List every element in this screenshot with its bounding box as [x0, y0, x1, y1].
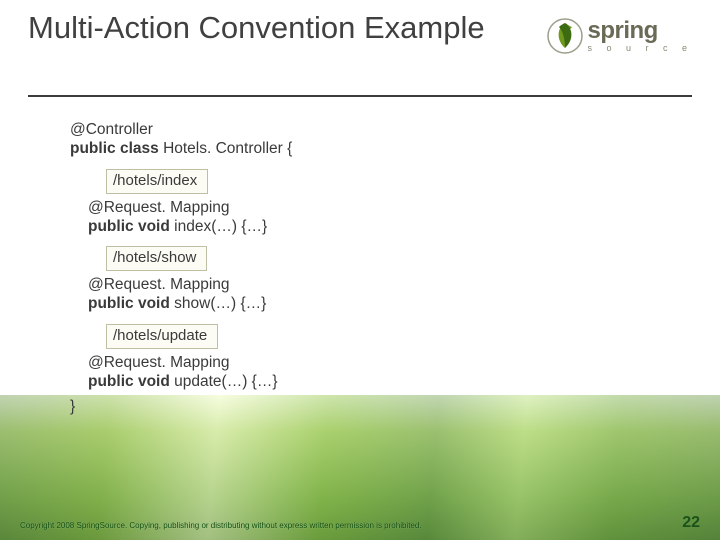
logo-sub-text: s o u r c e: [587, 44, 693, 53]
code-line-classdecl: public class Hotels. Controller {: [70, 139, 292, 158]
url-box-update: /hotels/update: [106, 324, 218, 349]
url-box-index: /hotels/index: [106, 169, 208, 194]
code-line-m1: public void index(…) {…}: [88, 217, 292, 236]
code-line-ann1: @Request. Mapping: [88, 198, 292, 217]
code-line-m2: public void show(…) {…}: [88, 294, 292, 313]
slide-title: Multi-Action Convention Example: [28, 10, 485, 47]
code-close-brace: }: [70, 397, 292, 416]
slide: Multi-Action Convention Example spring s…: [0, 0, 720, 540]
url-box-show: /hotels/show: [106, 246, 207, 271]
page-number: 22: [682, 514, 700, 532]
springsource-logo: spring s o u r c e: [547, 18, 694, 54]
code-line-ann2: @Request. Mapping: [88, 275, 292, 294]
code-line-ann3: @Request. Mapping: [88, 353, 292, 372]
code-block: @Controller public class Hotels. Control…: [70, 120, 292, 417]
leaf-icon: [547, 18, 583, 54]
title-underline: [28, 95, 692, 97]
logo-brand-text: spring: [587, 19, 694, 43]
background-grass-image: [0, 395, 720, 540]
code-line-controller: @Controller: [70, 120, 292, 139]
copyright-text: Copyright 2008 SpringSource. Copying, pu…: [20, 521, 422, 530]
code-line-m3: public void update(…) {…}: [88, 372, 292, 391]
